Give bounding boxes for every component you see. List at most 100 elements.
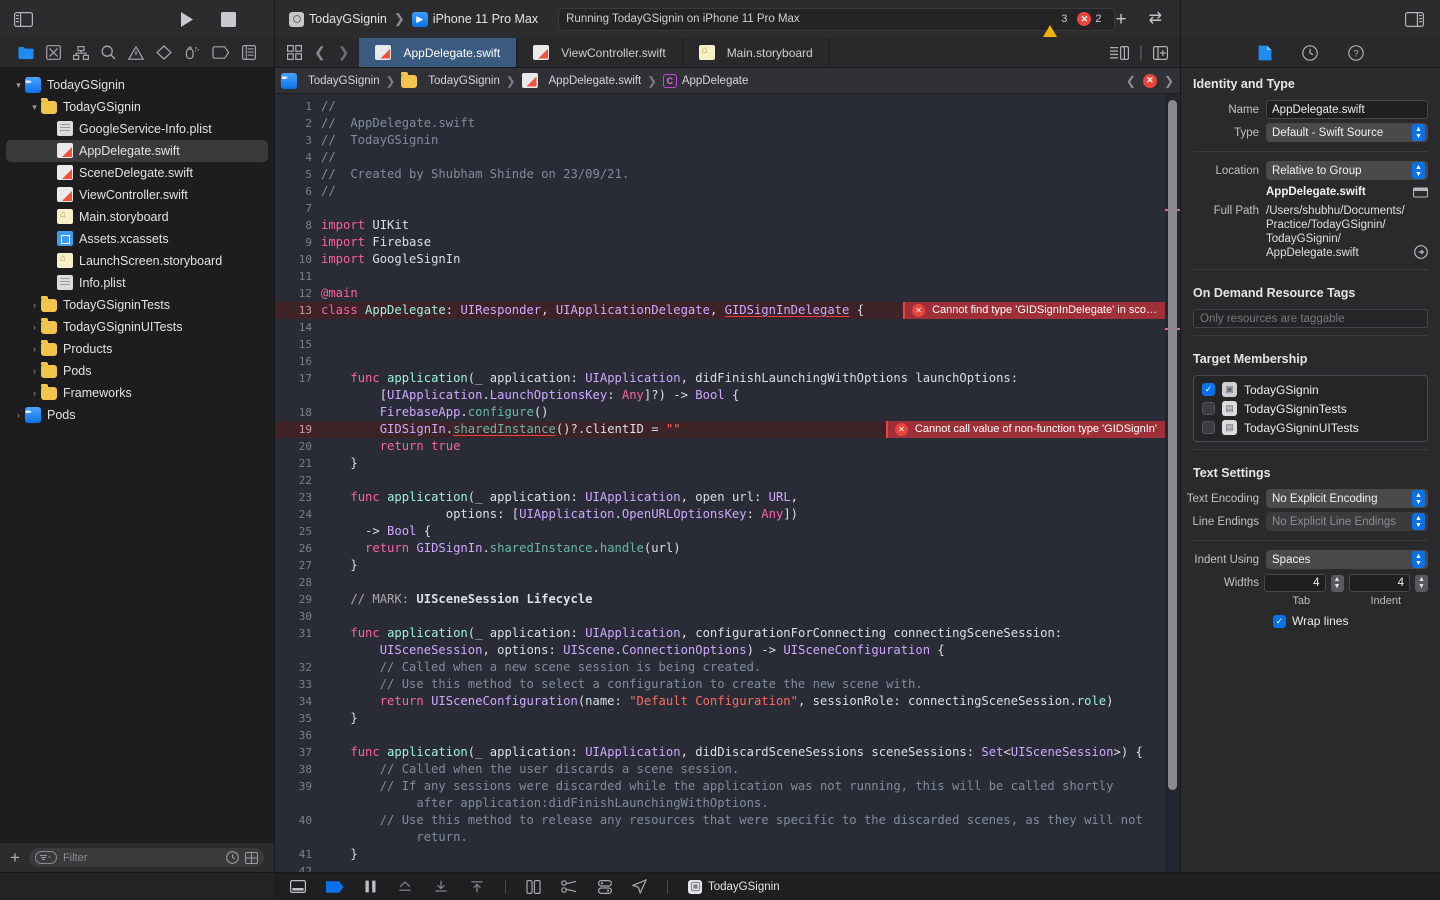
code-line[interactable]: 40 // Use this method to release any res… [275,812,1165,829]
breadcrumb-segment[interactable]: AppDelegate [682,75,749,87]
disclosure-closed-icon[interactable]: › [12,410,25,420]
disclosure-open-icon[interactable]: ▾ [28,102,41,113]
source-control-filter-icon[interactable] [245,851,258,864]
code-line[interactable]: 19 GIDSignIn.sharedInstance()?.clientID … [275,421,1165,438]
code-review-icon[interactable]: ⇄ [1149,11,1162,27]
inline-error-badge[interactable]: ✕ Cannot find type 'GIDSignInDelegate' in… [903,302,1165,319]
code-line[interactable]: 14 [275,319,1165,336]
disclosure-closed-icon[interactable]: › [28,300,41,310]
activate-breakpoints-icon[interactable] [326,880,344,893]
code-line[interactable]: 16 [275,353,1165,370]
code-line[interactable]: 2 // AppDelegate.swift [275,115,1165,132]
add-editor-icon[interactable]: + [1115,10,1126,29]
inline-error-badge[interactable]: ✕ Cannot call value of non-function type … [885,421,1165,438]
add-file-icon[interactable]: + [10,849,20,866]
navigator-item-scenedelegate-swift[interactable]: ›SceneDelegate.swift [0,162,274,184]
code-line[interactable]: 39 // If any sessions were discarded whi… [275,778,1165,795]
step-out-icon[interactable] [469,880,485,893]
navigator-item-launchscreen-storyboard[interactable]: ›LaunchScreen.storyboard [0,250,274,272]
disclosure-closed-icon[interactable]: › [28,344,41,354]
breadcrumb-segment[interactable]: TodayGSignin [308,75,380,87]
code-line[interactable]: 28 [275,574,1165,591]
code-line[interactable]: 15 [275,336,1165,353]
code-line[interactable]: UISceneSession, options: UIScene.Connect… [275,642,1165,659]
target-checkbox[interactable] [1202,421,1215,434]
navigator-item-googleservice-info-plist[interactable]: ›GoogleService-Info.plist [0,118,274,140]
code-line[interactable]: 37 func application(_ application: UIApp… [275,744,1165,761]
indent-width-field[interactable]: 4 [1348,574,1410,592]
navigator-item-assets-xcassets[interactable]: ›Assets.xcassets [0,228,274,250]
navigator-item-main-storyboard[interactable]: ›Main.storyboard [0,206,274,228]
stop-button[interactable] [221,11,236,27]
next-issue-icon[interactable]: ❯ [1164,74,1174,88]
breadcrumb[interactable]: ✒ TodayGSignin ❯ TodayGSignin ❯ AppDelegate.s… [281,71,749,89]
step-over-icon[interactable] [397,880,413,893]
code-line[interactable]: 3 // TodayGSignin [275,132,1165,149]
disclosure-closed-icon[interactable]: › [28,366,41,376]
navigator-item-viewcontroller-swift[interactable]: ›ViewController.swift [0,184,274,206]
navigator-item-todaygsignin[interactable]: ▾ ✒ TodayGSignin [0,74,274,96]
indent-using-popup[interactable]: Spaces ▲ ▼ [1266,550,1428,569]
step-into-icon[interactable] [433,880,449,893]
view-debugger-icon[interactable] [526,879,541,894]
add-editor-pane-icon[interactable] [1153,45,1168,60]
indent-width-stepper[interactable]: ▲ ▼ [1415,574,1428,592]
resource-tags-field[interactable]: Only resources are taggable [1193,309,1428,328]
environment-overrides-icon[interactable] [598,879,612,894]
toggle-debug-area-icon[interactable] [290,880,306,893]
code-line[interactable]: 13 class AppDelegate: UIResponder, UIAppl… [275,302,1165,319]
code-line[interactable]: 30 [275,608,1165,625]
go-back-icon[interactable]: ❮ [314,44,326,61]
scheme-selector[interactable]: TodayGSignin ❯ ▶ iPhone 11 Pro Max [289,11,538,27]
reveal-in-finder-icon[interactable] [1414,245,1428,260]
previous-issue-icon[interactable]: ❮ [1126,74,1136,88]
code-line[interactable]: 27 } [275,557,1165,574]
name-field[interactable]: AppDelegate.swift [1266,100,1428,119]
code-line[interactable]: 7 [275,200,1165,217]
code-line[interactable]: 12 @main [275,285,1165,302]
code-line[interactable]: 36 [275,727,1165,744]
code-text[interactable]: 1 // 2 // AppDelegate.swift 3 // TodayGSignin… [275,94,1165,872]
target-membership-list[interactable]: ✓ ▣ TodayGSignin ▤ TodayGSigninTests ▤ TodayGS… [1193,375,1428,442]
memory-graph-icon[interactable] [561,880,578,893]
code-line[interactable]: after application:didFinishLaunchingWith… [275,795,1165,812]
breakpoint-navigator-icon[interactable] [212,46,230,59]
code-line[interactable]: 18 FirebaseApp.configure() [275,404,1165,421]
tab-width-stepper[interactable]: ▲ ▼ [1330,574,1344,592]
simulate-location-icon[interactable] [632,879,647,894]
symbol-navigator-icon[interactable] [73,45,89,60]
code-line[interactable]: 31 func application(_ application: UIApp… [275,625,1165,642]
navigator-item-info-plist[interactable]: ›Info.plist [0,272,274,294]
code-line[interactable]: return. [275,829,1165,846]
breadcrumb-segment[interactable]: AppDelegate.swift [549,75,642,87]
location-popup[interactable]: Relative to Group ▲ ▼ [1266,161,1428,180]
code-line[interactable]: 33 // Use this method to select a config… [275,676,1165,693]
project-navigator-icon[interactable] [18,46,34,60]
editor-vertical-scrollbar[interactable] [1165,94,1180,872]
test-navigator-icon[interactable] [156,45,172,60]
code-line[interactable]: 4 // [275,149,1165,166]
disclosure-closed-icon[interactable]: › [28,388,41,398]
issue-badge-icon[interactable]: ✕ [1142,73,1157,88]
code-line[interactable]: 10 import GoogleSignIn [275,251,1165,268]
go-forward-icon[interactable]: ❯ [338,44,350,61]
issue-navigator-icon[interactable] [128,45,144,60]
code-line[interactable]: 20 return true [275,438,1165,455]
show-tabs-grid-icon[interactable] [287,45,302,60]
type-popup[interactable]: Default - Swift Source ▲ ▼ [1266,123,1428,142]
code-line[interactable]: 5 // Created by Shubham Shinde on 23/09/2… [275,166,1165,183]
code-line[interactable]: 9 import Firebase [275,234,1165,251]
code-line[interactable]: 34 return UISceneConfiguration(name: "De… [275,693,1165,710]
code-line[interactable]: 6 // [275,183,1165,200]
code-line[interactable]: 23 func application(_ application: UIApp… [275,489,1165,506]
filter-field[interactable]: Filter [28,848,264,867]
navigator-item-todaygsigninuitests[interactable]: › TodayGSigninUITests [0,316,274,338]
filter-options-icon[interactable] [34,851,57,864]
tab-width-field[interactable]: 4 [1264,574,1326,592]
code-line[interactable]: 42 [275,863,1165,872]
disclosure-closed-icon[interactable]: › [28,322,41,332]
scroll-thumb[interactable] [1168,100,1177,790]
navigator-item-appdelegate-swift[interactable]: ›AppDelegate.swift [6,140,268,162]
navigator-item-pods[interactable]: › Pods [0,360,274,382]
navigator-item-pods[interactable]: › ✒ Pods [0,404,274,426]
